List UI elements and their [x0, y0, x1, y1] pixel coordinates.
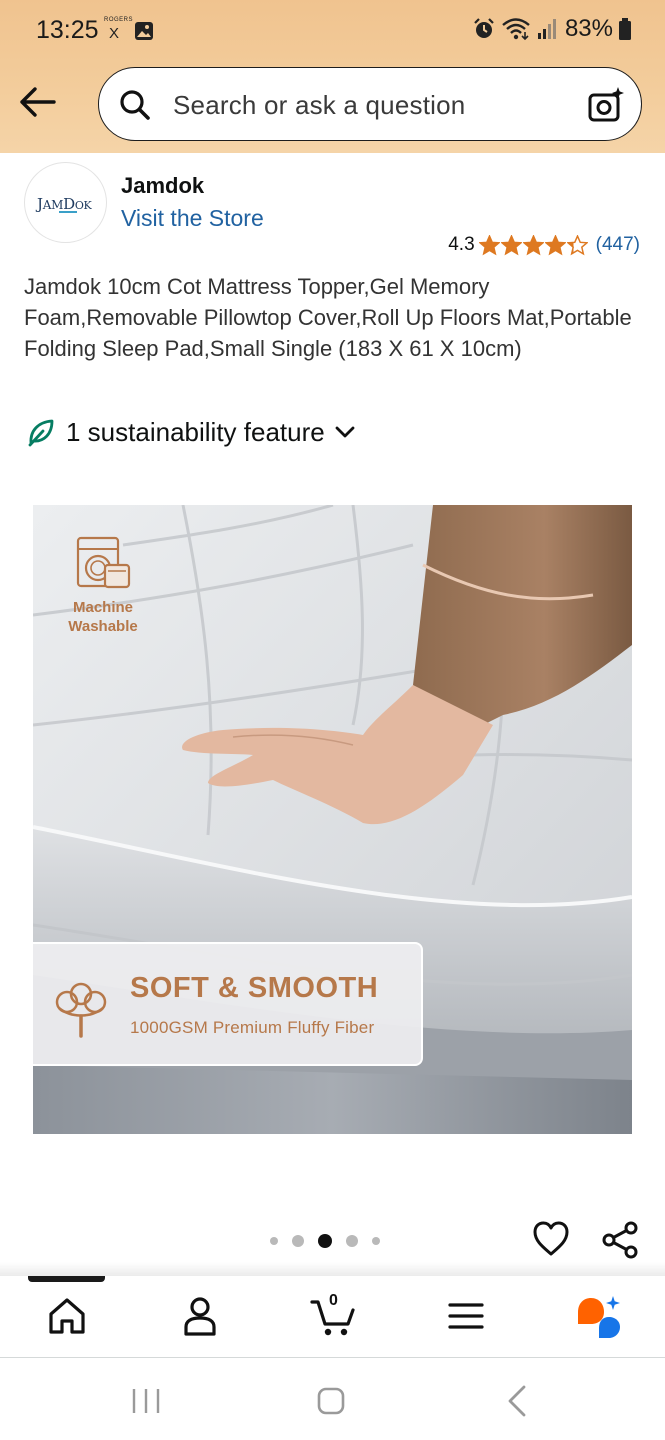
sustainability-toggle[interactable]: 1 sustainability feature: [26, 415, 357, 449]
product-image[interactable]: Machine Washable SOFT & SMOOTH 1000GSM P…: [33, 505, 632, 1134]
carousel-dot[interactable]: [346, 1235, 358, 1247]
status-icons: 83%: [473, 14, 631, 44]
sustainability-label: 1 sustainability feature: [66, 416, 325, 447]
carrier-label: ROGERS: [104, 17, 134, 23]
panel-title: SOFT & SMOOTH: [130, 972, 379, 1004]
wifi-icon: [502, 18, 530, 41]
alarm-icon: [474, 18, 494, 38]
carousel-dot-active[interactable]: [318, 1234, 332, 1248]
search-input[interactable]: Search or ask a question: [173, 90, 465, 121]
star-rating: [478, 234, 588, 256]
brand-name: Jamdok: [121, 173, 205, 198]
account-icon[interactable]: [178, 1294, 222, 1338]
camera-search-icon[interactable]: [587, 86, 625, 124]
star-icon: [500, 234, 522, 255]
star-icon: [478, 234, 500, 255]
recent-apps-icon[interactable]: [126, 1381, 166, 1421]
menu-icon[interactable]: [444, 1294, 488, 1338]
brand-logo-accent: [59, 211, 77, 213]
star-icon: [522, 234, 544, 255]
product-title: Jamdok 10cm Cot Mattress Topper,Gel Memo…: [24, 274, 632, 361]
machine-washable-label: Machine Washable: [68, 599, 138, 635]
back-arrow-icon[interactable]: [18, 84, 60, 120]
star-icon: [544, 234, 566, 255]
battery-icon: [619, 18, 631, 40]
cotton-icon: [55, 982, 107, 1038]
rating-summary[interactable]: 4.3 (447): [448, 232, 640, 258]
rating-count-link[interactable]: (447): [596, 234, 640, 256]
gallery-notification-icon: [135, 22, 153, 40]
carrier-mark: X: [109, 25, 120, 42]
carousel-dot[interactable]: [292, 1235, 304, 1247]
status-bar: 13:25 ROGERS X 83%: [0, 0, 665, 62]
system-navigation: [0, 1359, 665, 1440]
chevron-down-icon: [335, 426, 355, 438]
leaf-icon: [28, 419, 54, 447]
star-icon: [566, 234, 588, 255]
bottom-navigation: 0: [0, 1276, 665, 1358]
signal-icon: [537, 19, 556, 39]
search-bar[interactable]: Search or ask a question: [98, 67, 642, 141]
soft-smooth-panel: SOFT & SMOOTH 1000GSM Premium Fluffy Fib…: [33, 942, 423, 1066]
share-icon[interactable]: [600, 1220, 640, 1260]
carousel-dot[interactable]: [372, 1237, 380, 1245]
visit-store-link[interactable]: Visit the Store: [121, 205, 264, 232]
cart-button[interactable]: 0: [310, 1292, 356, 1338]
battery-percentage: 83%: [564, 15, 613, 42]
nav-shadow: [0, 1262, 665, 1276]
carousel-dots[interactable]: [270, 1232, 380, 1250]
carousel-dot[interactable]: [270, 1237, 278, 1245]
heart-icon[interactable]: [532, 1220, 570, 1258]
rating-value: 4.3: [448, 234, 475, 255]
machine-washable-badge: Machine Washable: [63, 535, 143, 636]
cart-count: 0: [329, 1292, 338, 1309]
system-back-icon[interactable]: [498, 1381, 538, 1421]
carrier-indicator: ROGERS X: [104, 17, 134, 43]
washing-machine-icon: [76, 536, 131, 589]
app-header: 13:25 ROGERS X 83% Search or ask a quest…: [0, 0, 665, 153]
status-time: 13:25: [36, 16, 99, 44]
home-icon[interactable]: [45, 1294, 89, 1338]
search-icon: [120, 90, 150, 120]
brand-logo[interactable]: JAMDOK: [24, 162, 107, 243]
rufus-assistant-icon[interactable]: [576, 1294, 620, 1338]
active-tab-indicator: [28, 1276, 105, 1282]
panel-subtitle: 1000GSM Premium Fluffy Fiber: [130, 1018, 375, 1037]
home-button-icon[interactable]: [311, 1381, 351, 1421]
